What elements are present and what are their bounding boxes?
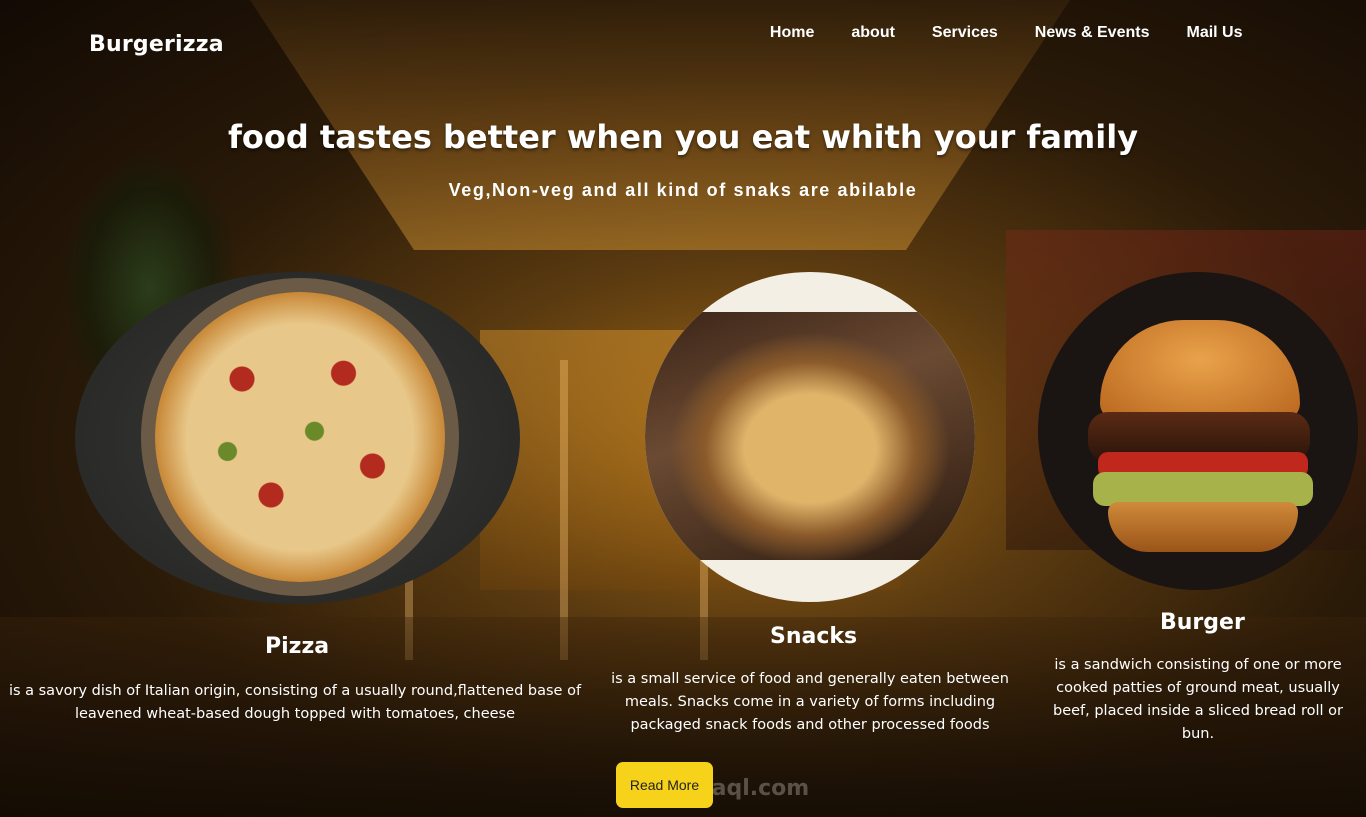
snacks-image [645,272,975,602]
pizza-title: Pizza [265,634,330,659]
read-more-button[interactable]: Read More [616,762,713,808]
pizza-description: is a savory dish of Italian origin, cons… [8,683,582,722]
burger-title: Burger [1160,610,1245,635]
burger-description: is a sandwich consisting of one or more … [1052,657,1344,742]
pizza-image [75,272,520,604]
nav-news-events[interactable]: News & Events [1016,22,1168,44]
snacks-description: is a small service of food and generally… [611,671,1009,733]
nav-home[interactable]: Home [751,22,832,44]
nav-about[interactable]: about [833,22,914,44]
brand-logo[interactable]: Burgerizza [89,32,224,57]
nav-mail-us[interactable]: Mail Us [1168,22,1261,44]
hero-title: food tastes better when you eat whith yo… [227,118,1139,156]
hero-subtitle: Veg,Non-veg and all kind of snaks are ab… [448,180,918,200]
snacks-title: Snacks [770,624,858,649]
nav-services[interactable]: Services [913,22,1016,44]
burger-image [1038,272,1358,590]
main-nav: Home about Services News & Events Mail U… [751,22,1261,44]
